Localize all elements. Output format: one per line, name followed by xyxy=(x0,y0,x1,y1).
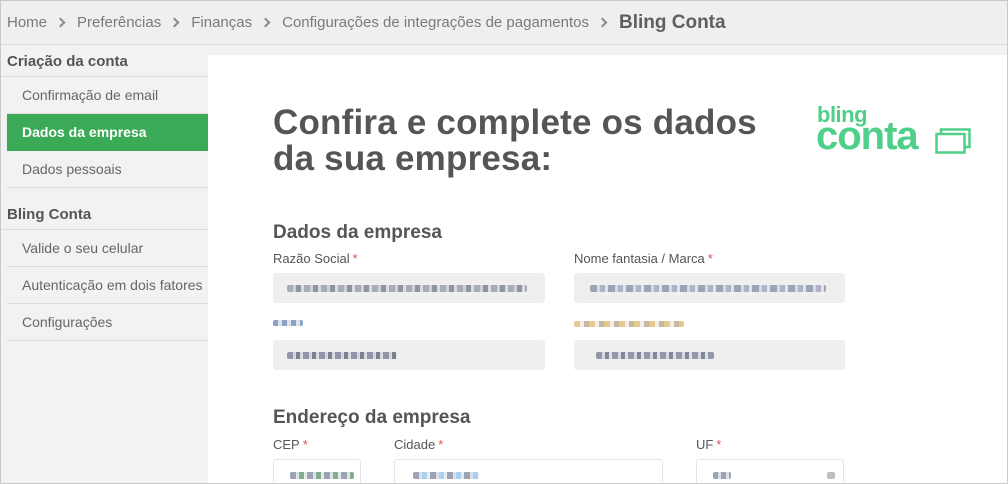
sidebar-group-bling-conta: Bling Conta xyxy=(1,198,208,230)
breadcrumb: Home Preferências Finanças Configurações… xyxy=(1,1,1007,45)
nome-fantasia-label: Nome fantasia / Marca * xyxy=(574,251,713,266)
cep-label: CEP * xyxy=(273,437,308,452)
sidebar: Criação da conta Confirmação de email Da… xyxy=(1,45,208,483)
bling-conta-logo: bling conta xyxy=(816,102,977,162)
sidebar-item-valide-celular[interactable]: Valide o seu celular xyxy=(7,230,208,267)
nome-fantasia-input[interactable] xyxy=(574,273,845,303)
headline: Confira e complete os dados da sua empre… xyxy=(273,105,793,177)
required-marker: * xyxy=(352,251,358,266)
hidden-field-input-2[interactable] xyxy=(574,340,845,370)
sidebar-item-configuracoes[interactable]: Configurações xyxy=(7,304,208,341)
chevron-right-icon xyxy=(260,17,271,28)
cep-input[interactable] xyxy=(273,459,361,483)
required-marker: * xyxy=(707,251,713,266)
sidebar-item-autenticacao-dois-fatores[interactable]: Autenticação em dois fatores xyxy=(7,267,208,304)
uf-label: UF * xyxy=(696,437,721,452)
section-title-endereco-empresa: Endereço da empresa xyxy=(273,407,471,428)
uf-label-text: UF xyxy=(696,437,714,452)
hidden-field-label xyxy=(574,321,684,327)
sidebar-item-dados-pessoais[interactable]: Dados pessoais xyxy=(7,151,208,188)
nome-fantasia-label-text: Nome fantasia / Marca xyxy=(574,251,705,266)
main-content: Confira e complete os dados da sua empre… xyxy=(208,55,1007,483)
required-marker: * xyxy=(302,437,308,452)
sidebar-item-confirmacao-de-email[interactable]: Confirmação de email xyxy=(7,77,208,114)
breadcrumb-integracoes[interactable]: Configurações de integrações de pagament… xyxy=(282,14,589,31)
app-window: Home Preferências Finanças Configurações… xyxy=(0,0,1008,484)
cidade-input[interactable] xyxy=(394,459,663,483)
cidade-label-text: Cidade xyxy=(394,437,436,452)
section-title-dados-empresa: Dados da empresa xyxy=(273,222,442,243)
cep-label-text: CEP xyxy=(273,437,300,452)
logo-text-bottom: conta xyxy=(816,114,919,158)
chevron-right-icon xyxy=(169,17,180,28)
razao-social-label-text: Razão Social xyxy=(273,251,350,266)
breadcrumb-preferencias[interactable]: Preferências xyxy=(77,14,161,31)
hidden-field-input-1[interactable] xyxy=(273,340,545,370)
required-marker: * xyxy=(716,437,722,452)
razao-social-input[interactable] xyxy=(273,273,545,303)
wallet-card-icon xyxy=(935,128,971,154)
breadcrumb-financas[interactable]: Finanças xyxy=(191,14,252,31)
sidebar-item-dados-da-empresa[interactable]: Dados da empresa xyxy=(7,114,208,151)
sidebar-group-criacao-da-conta: Criação da conta xyxy=(1,45,208,77)
cidade-label: Cidade * xyxy=(394,437,443,452)
headline-line-2: da sua empresa: xyxy=(273,139,553,178)
uf-select[interactable] xyxy=(696,459,844,483)
breadcrumb-home[interactable]: Home xyxy=(7,14,47,31)
required-marker: * xyxy=(438,437,444,452)
chevron-right-icon xyxy=(55,17,66,28)
chevron-right-icon xyxy=(597,17,608,28)
hidden-field-label xyxy=(273,320,303,326)
page-title: Bling Conta xyxy=(618,11,726,33)
headline-line-1: Confira e complete os dados xyxy=(273,103,757,142)
razao-social-label: Razão Social * xyxy=(273,251,358,266)
